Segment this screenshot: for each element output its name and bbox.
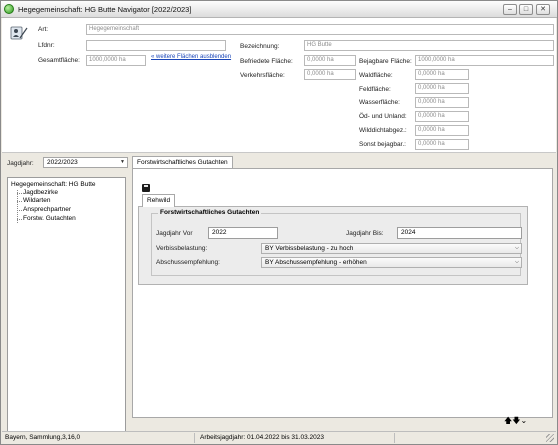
verbiss-select[interactable]: BY Verbissbelastung - zu hoch ⌵ bbox=[261, 243, 522, 254]
gutachten-group: Forstwirtschaftliches Gutachten Jagdjahr… bbox=[151, 209, 522, 276]
chevron-down-icon: ▼ bbox=[120, 159, 125, 165]
sonst-field[interactable]: 0,0000 ha bbox=[415, 139, 469, 150]
lfdnr-field[interactable] bbox=[86, 40, 226, 51]
jagdjahr-vor-label: Jagdjahr Vor bbox=[156, 230, 193, 237]
jagdjahr-select[interactable]: 2022/2023 ▼ bbox=[43, 157, 128, 168]
abschuss-value: BY Abschussempfehlung - erhöhen bbox=[265, 259, 367, 266]
jagdjahr-value: 2022/2023 bbox=[47, 159, 78, 166]
save-icon[interactable] bbox=[142, 184, 150, 192]
status-arbeitsjagdjahr: Arbeitsjagdjahr: 01.04.2022 bis 31.03.20… bbox=[200, 434, 324, 441]
bezeichnung-field[interactable]: HG Butte bbox=[304, 40, 554, 51]
status-divider bbox=[394, 433, 395, 443]
art-field[interactable]: Hegegemeinschaft bbox=[86, 24, 554, 35]
wald-label: Waldfläche: bbox=[359, 72, 393, 79]
tab-rehwild[interactable]: Rehwild bbox=[142, 194, 176, 207]
oed-field[interactable]: 0,0000 ha bbox=[415, 111, 469, 122]
tree-root[interactable]: Hegegemeinschaft: HG Butte bbox=[11, 181, 96, 188]
bejagbare-field[interactable]: 1000,0000 ha bbox=[415, 55, 554, 66]
tree-item-wildarten[interactable]: Wildarten bbox=[17, 197, 50, 204]
hunter-icon bbox=[10, 26, 28, 40]
feld-field[interactable]: 0,0000 ha bbox=[415, 83, 469, 94]
resize-grip-icon[interactable] bbox=[546, 434, 554, 442]
close-button[interactable]: ✕ bbox=[536, 4, 550, 15]
befriedete-field[interactable]: 0,0000 ha bbox=[304, 55, 356, 66]
wasser-field[interactable]: 0,0000 ha bbox=[415, 97, 469, 108]
navigation-arrows[interactable]: 🡅🡇⌄ bbox=[504, 415, 527, 429]
status-bar: Bayern, Sammlung,3,16,0 Arbeitsjagdjahr:… bbox=[2, 431, 556, 444]
tree-item-forstw-gutachten[interactable]: Forstw. Gutachten bbox=[17, 215, 76, 222]
chevron-down-icon: ⌵ bbox=[514, 259, 519, 265]
jagdjahr-vor-field[interactable]: 2022 bbox=[208, 227, 278, 239]
jagdjahr-label: Jagdjahr: bbox=[7, 160, 34, 167]
window-title: Hegegemeinschaft: HG Butte Navigator [20… bbox=[18, 5, 192, 14]
details-panel: Art: Hegegemeinschaft Lfdnr: Bezeichnung… bbox=[2, 18, 556, 153]
weitere-flaechen-link[interactable]: « weitere Flächen ausblenden bbox=[151, 54, 231, 60]
verbiss-value: BY Verbissbelastung - zu hoch bbox=[265, 245, 354, 252]
feld-label: Feldfläche: bbox=[359, 86, 391, 93]
title-bar: Hegegemeinschaft: HG Butte Navigator [20… bbox=[1, 1, 557, 18]
jagdjahr-bis-label: Jagdjahr Bis: bbox=[346, 230, 384, 237]
gesamtflaeche-label: Gesamtfläche: bbox=[38, 57, 80, 64]
oed-label: Öd- und Unland: bbox=[359, 113, 407, 120]
status-divider bbox=[194, 433, 195, 443]
abschuss-label: Abschussempfehlung: bbox=[156, 259, 220, 266]
lower-area: Jagdjahr: 2022/2023 ▼ Hegegemeinschaft: … bbox=[2, 154, 556, 433]
tree-item-jagdbezirke[interactable]: Jagdbezirke bbox=[17, 189, 58, 196]
navigation-tree[interactable]: Hegegemeinschaft: HG Butte Jagdbezirke W… bbox=[7, 177, 126, 433]
chevron-down-icon: ⌵ bbox=[514, 245, 519, 251]
verbiss-label: Verbissbelastung: bbox=[156, 245, 208, 252]
befriedete-label: Befriedete Fläche: bbox=[240, 58, 293, 65]
bejagbare-label: Bejagbare Fläche: bbox=[359, 58, 412, 65]
lfdnr-label: Lfdnr: bbox=[38, 42, 55, 49]
art-label: Art: bbox=[38, 26, 49, 33]
verkehrs-label: Verkehrsfläche: bbox=[240, 72, 285, 79]
wilddicht-label: Wilddichtabgez.: bbox=[359, 127, 407, 134]
rehwild-panel: Forstwirtschaftliches Gutachten Jagdjahr… bbox=[138, 206, 528, 285]
jagdjahr-bis-field[interactable]: 2024 bbox=[397, 227, 522, 239]
app-icon bbox=[4, 4, 14, 14]
group-title: Forstwirtschaftliches Gutachten bbox=[158, 209, 262, 216]
wilddicht-field[interactable]: 0,0000 ha bbox=[415, 125, 469, 136]
status-location: Bayern, Sammlung,3,16,0 bbox=[5, 434, 81, 441]
sonst-label: Sonst bejagbar.: bbox=[359, 141, 406, 148]
minimize-button[interactable]: – bbox=[503, 4, 517, 15]
maximize-button[interactable]: □ bbox=[519, 4, 533, 15]
tree-item-ansprechpartner[interactable]: Ansprechpartner bbox=[17, 206, 71, 213]
bezeichnung-label: Bezeichnung: bbox=[240, 43, 280, 50]
wasser-label: Wasserfläche: bbox=[359, 99, 400, 106]
verkehrs-field[interactable]: 0,0000 ha bbox=[304, 69, 356, 80]
wald-field[interactable]: 0,0000 ha bbox=[415, 69, 469, 80]
gesamtflaeche-field[interactable]: 1000,0000 ha bbox=[86, 55, 146, 66]
abschuss-select[interactable]: BY Abschussempfehlung - erhöhen ⌵ bbox=[261, 257, 522, 268]
navigator-window: Hegegemeinschaft: HG Butte Navigator [20… bbox=[0, 0, 558, 445]
